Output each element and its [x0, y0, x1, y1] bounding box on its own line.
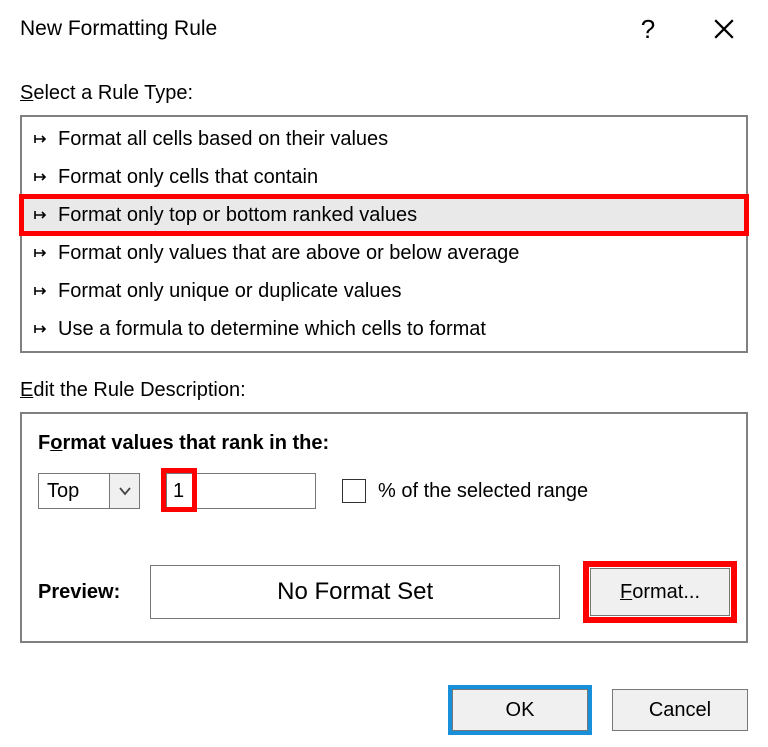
chevron-down-icon [118, 486, 132, 496]
rule-type-item-2[interactable]: Format only top or bottom ranked values [22, 196, 746, 234]
bullet-icon [32, 171, 50, 183]
titlebar-buttons: ? [630, 11, 748, 47]
rank-value-input[interactable] [166, 473, 316, 509]
dialog-content: Select a Rule Type: Format all cells bas… [0, 82, 768, 643]
rule-type-text: Format only top or bottom ranked values [58, 200, 417, 230]
rule-type-item-5[interactable]: Use a formula to determine which cells t… [22, 310, 746, 348]
bullet-icon [32, 247, 50, 259]
format-button-wrap: Format... [590, 568, 730, 616]
cancel-button[interactable]: Cancel [612, 689, 748, 731]
rule-type-list[interactable]: Format all cells based on their values F… [20, 115, 748, 353]
format-button[interactable]: Format... [590, 568, 730, 616]
rule-description-box: Format values that rank in the: Top % of… [20, 412, 748, 643]
top-bottom-value: Top [39, 480, 109, 503]
help-button[interactable]: ? [630, 11, 666, 47]
rule-type-item-1[interactable]: Format only cells that contain [22, 158, 746, 196]
dialog-title: New Formatting Rule [20, 17, 217, 41]
format-values-rank-label: Format values that rank in the: [38, 432, 730, 455]
preview-box: No Format Set [150, 565, 560, 619]
rule-type-text: Format only cells that contain [58, 162, 318, 192]
rule-type-text: Format all cells based on their values [58, 124, 388, 154]
rule-type-item-4[interactable]: Format only unique or duplicate values [22, 272, 746, 310]
rule-type-text: Use a formula to determine which cells t… [58, 314, 486, 344]
rank-value-wrap [166, 473, 316, 509]
preview-label: Preview: [38, 581, 120, 604]
percent-checkbox[interactable] [342, 479, 366, 503]
rule-type-item-3[interactable]: Format only values that are above or bel… [22, 234, 746, 272]
rank-controls-row: Top % of the selected range [38, 473, 730, 509]
select-rule-type-label: Select a Rule Type: [20, 82, 748, 105]
new-formatting-rule-dialog: New Formatting Rule ? Select a Rule Type… [0, 0, 768, 747]
close-icon [713, 18, 735, 40]
close-button[interactable] [706, 11, 742, 47]
bullet-icon [32, 209, 50, 221]
bullet-icon [32, 323, 50, 335]
edit-rule-description-label: Edit the Rule Description: [20, 379, 748, 402]
title-bar: New Formatting Rule ? [0, 0, 768, 56]
bullet-icon [32, 285, 50, 297]
top-bottom-combo[interactable]: Top [38, 473, 140, 509]
percent-checkbox-group: % of the selected range [342, 479, 588, 503]
ok-button[interactable]: OK [452, 689, 588, 731]
percent-label: % of the selected range [378, 480, 588, 503]
rule-type-text: Format only unique or duplicate values [58, 276, 402, 306]
bullet-icon [32, 133, 50, 145]
preview-row: Preview: No Format Set Format... [38, 565, 730, 619]
dialog-button-row: OK Cancel [452, 689, 748, 731]
rule-type-text: Format only values that are above or bel… [58, 238, 519, 268]
combo-dropdown-button[interactable] [109, 474, 139, 508]
rule-type-item-0[interactable]: Format all cells based on their values [22, 120, 746, 158]
